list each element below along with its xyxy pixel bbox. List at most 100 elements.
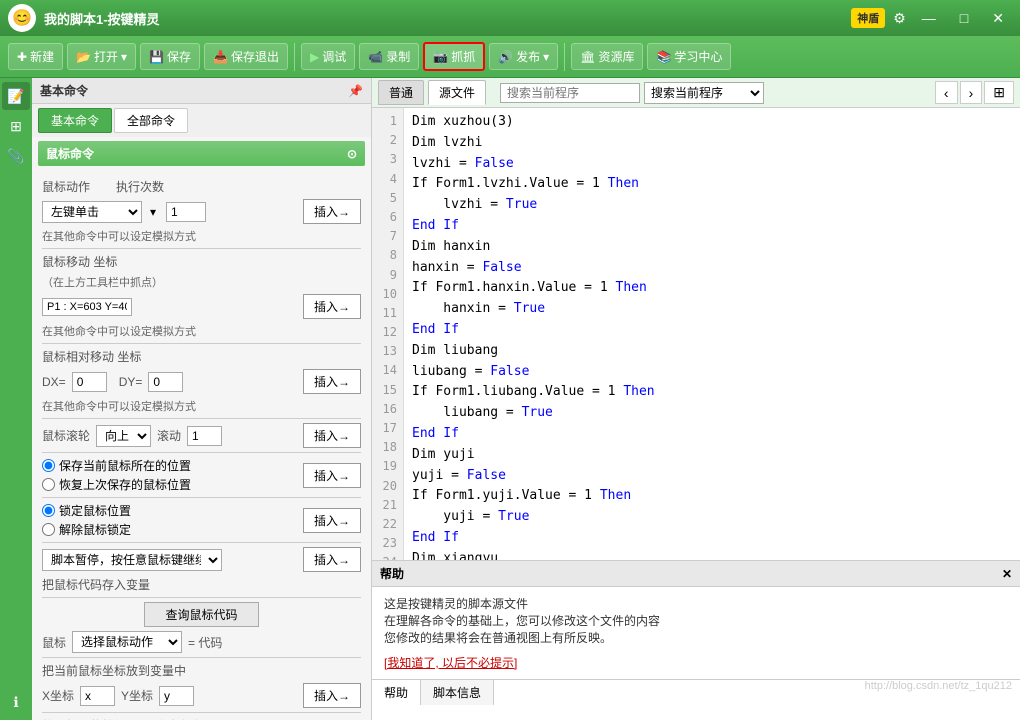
divider8 [42, 657, 361, 658]
code-content[interactable]: Dim xuzhou(3)Dim lvzhilvzhi = FalseIf Fo… [404, 108, 1020, 560]
code-line: End If [412, 424, 1012, 445]
insert-move-button[interactable]: 插入→ [303, 294, 361, 319]
learn-button[interactable]: 📚 学习中心 [647, 43, 731, 70]
all-commands-tab[interactable]: 全部命令 [114, 108, 188, 133]
code-line: Dim yuji [412, 445, 1012, 466]
toolbar: ✚ 新建 📂 打开 ▾ 💾 保存 📥 保存退出 ▶ 调试 📹 录制 📷 抓抓 🔊… [0, 36, 1020, 78]
code-line: yuji = False [412, 466, 1012, 487]
coord-input[interactable] [42, 298, 132, 316]
divider5 [42, 497, 361, 498]
code-line: liubang = False [412, 362, 1012, 383]
code-line: Dim xiangyu [412, 549, 1012, 560]
sidebar-attach-icon[interactable]: 📎 [2, 142, 30, 170]
insert-scroll-button[interactable]: 插入→ [303, 423, 361, 448]
sidebar-script-icon[interactable]: 📝 [2, 82, 30, 110]
open-button[interactable]: 📂 打开 ▾ [67, 43, 136, 70]
sidebar-ui-icon[interactable]: ⊞ [2, 112, 30, 140]
save-coord-row: 把当前鼠标坐标放到变量中 [42, 662, 361, 679]
mouse-move-row: 鼠标移动 坐标 [42, 253, 361, 270]
dx-input[interactable] [72, 372, 107, 392]
info3: 在其他命令中可以设定模拟方式 [42, 398, 361, 414]
code-line: End If [412, 216, 1012, 237]
new-icon: ✚ [17, 50, 27, 64]
code-line: Dim liubang [412, 341, 1012, 362]
collapse-icon[interactable]: ⊙ [347, 147, 357, 161]
code-line: Dim hanxin [412, 237, 1012, 258]
code-line: If Form1.yuji.Value = 1 Then [412, 486, 1012, 507]
sidebar-props-icon[interactable]: ℹ [2, 688, 30, 716]
y-var-input[interactable] [159, 686, 194, 706]
tab-buttons: 基本命令 全部命令 [32, 104, 371, 137]
settings-icon[interactable]: ⚙ [893, 10, 906, 27]
pause-select[interactable]: 脚本暂停，按任意鼠标键继续 [42, 549, 222, 571]
main-layout: 📝 ⊞ 📎 ℹ 基本命令 📌 基本命令 全部命令 鼠标命令 ⊙ 鼠标动 [0, 78, 1020, 720]
help-dismiss-link[interactable]: [我知道了, 以后不必提示] [384, 654, 1008, 671]
radio-save-input[interactable] [42, 459, 55, 472]
close-button[interactable]: ✕ [984, 8, 1012, 29]
resource-button[interactable]: 🏛 资源库 [571, 43, 643, 70]
grid-button[interactable]: ⊞ [984, 81, 1014, 104]
save-icon: 💾 [149, 50, 164, 64]
code-line: If Form1.hanxin.Value = 1 Then [412, 278, 1012, 299]
mouse-action-select[interactable]: 左键单击 左键双击 右键单击 [42, 201, 142, 223]
x-var-input[interactable] [80, 686, 115, 706]
radio-restore-input[interactable] [42, 478, 55, 491]
publish-dropdown-icon: ▾ [543, 50, 549, 64]
new-button[interactable]: ✚ 新建 [8, 43, 63, 70]
open-dropdown-icon: ▾ [121, 50, 127, 64]
debug-button[interactable]: ▶ 调试 [301, 43, 355, 70]
shield-badge: 神盾 [851, 8, 885, 28]
editor-search: 搜索当前程序 [500, 82, 931, 104]
help-tab1[interactable]: 帮助 [372, 680, 421, 705]
dy-input[interactable] [148, 372, 183, 392]
code-line: lvzhi = True [412, 195, 1012, 216]
divider7 [42, 597, 361, 598]
right-panel: 普通 源文件 搜索当前程序 ‹ › ⊞ 12345678910111213141… [372, 78, 1020, 720]
save-exit-button[interactable]: 📥 保存退出 [204, 43, 288, 70]
insert-coord-button[interactable]: 插入→ [303, 683, 361, 708]
publish-button[interactable]: 🔊 发布 ▾ [489, 43, 558, 70]
insert-savepos-button[interactable]: 插入→ [303, 463, 361, 488]
radio-unlock-input[interactable] [42, 523, 55, 536]
program-select[interactable]: 搜索当前程序 [644, 82, 764, 104]
help-line2: 在理解各命令的基础上，您可以修改这个文件的内容 [384, 612, 1008, 629]
pin-icon[interactable]: 📌 [348, 84, 363, 98]
save-button[interactable]: 💾 保存 [140, 43, 200, 70]
resource-icon: 🏛 [580, 50, 595, 64]
basic-commands-tab[interactable]: 基本命令 [38, 108, 112, 133]
info1: 在其他命令中可以设定模拟方式 [42, 228, 361, 244]
editor-toolbar: 普通 源文件 搜索当前程序 ‹ › ⊞ [372, 78, 1020, 108]
coord-input-row: 插入→ [42, 294, 361, 319]
exec-count-input[interactable] [166, 202, 206, 222]
help-line1: 这是按键精灵的脚本源文件 [384, 595, 1008, 612]
radio-lock-input[interactable] [42, 504, 55, 517]
insert-pause-button[interactable]: 插入→ [303, 547, 361, 572]
insert-rel-button[interactable]: 插入→ [303, 369, 361, 394]
nav-prev-button[interactable]: ‹ [935, 81, 958, 104]
source-tab[interactable]: 源文件 [428, 80, 486, 105]
capture-button[interactable]: 📷 抓抓 [423, 42, 485, 71]
code-area[interactable]: 1234567891011121314151617181920212223242… [372, 108, 1020, 560]
action-code-select[interactable]: 选择鼠标动作 [72, 631, 182, 653]
minimize-button[interactable]: — [914, 8, 944, 28]
maximize-button[interactable]: □ [952, 8, 976, 28]
save-exit-icon: 📥 [213, 50, 228, 64]
nav-next-button[interactable]: › [960, 81, 983, 104]
open-icon: 📂 [76, 50, 91, 64]
record-button[interactable]: 📹 录制 [359, 43, 419, 70]
insert-lock-button[interactable]: 插入→ [303, 508, 361, 533]
scroll-direction-select[interactable]: 向上 向下 [96, 425, 151, 447]
mouse-section-header: 鼠标命令 ⊙ [38, 141, 365, 166]
avatar: 😊 [8, 4, 36, 32]
help-tab2[interactable]: 脚本信息 [421, 680, 494, 705]
query-button[interactable]: 查询鼠标代码 [144, 602, 258, 627]
normal-tab[interactable]: 普通 [378, 80, 424, 105]
scroll-count-input[interactable] [187, 426, 222, 446]
insert-mouse-button[interactable]: 插入→ [303, 199, 361, 224]
help-header: 帮助 ✕ [372, 561, 1020, 587]
code-line: Dim xuzhou(3) [412, 112, 1012, 133]
search-input[interactable] [500, 83, 640, 103]
help-close-button[interactable]: ✕ [1002, 567, 1012, 581]
separator2 [564, 43, 565, 71]
query-row: 查询鼠标代码 [42, 602, 361, 627]
